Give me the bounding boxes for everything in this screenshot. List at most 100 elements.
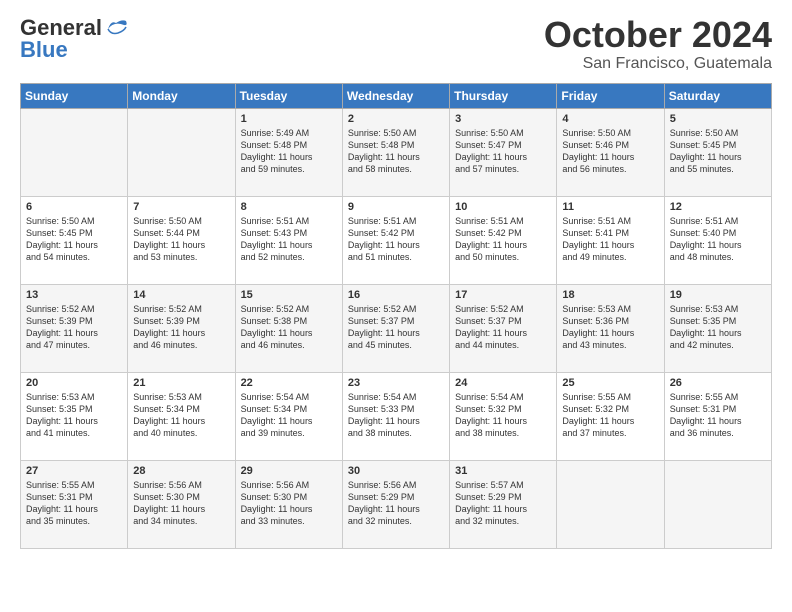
cell-3-2: 14Sunrise: 5:52 AMSunset: 5:39 PMDayligh…: [128, 284, 235, 372]
day-number: 25: [562, 377, 658, 389]
week-row-1: 1 Sunrise: 5:49 AMSunset: 5:48 PMDaylight…: [21, 108, 772, 196]
day-number: 21: [133, 377, 229, 389]
day-number: 31: [455, 465, 551, 477]
cell-content: Sunrise: 5:53 AMSunset: 5:35 PMDaylight:…: [26, 391, 122, 440]
cell-5-5: 31Sunrise: 5:57 AMSunset: 5:29 PMDayligh…: [450, 460, 557, 548]
day-number: 18: [562, 289, 658, 301]
cell-content: Sunrise: 5:50 AMSunset: 5:46 PMDaylight:…: [562, 127, 658, 176]
day-number: 13: [26, 289, 122, 301]
day-number: 8: [241, 201, 337, 213]
cell-content: Sunrise: 5:56 AMSunset: 5:30 PMDaylight:…: [241, 479, 337, 528]
day-number: 10: [455, 201, 551, 213]
cell-3-4: 16 Sunrise: 5:52 AMSunset: 5:37 PMDayligh…: [342, 284, 449, 372]
cell-2-4: 9Sunrise: 5:51 AMSunset: 5:42 PMDaylight…: [342, 196, 449, 284]
day-number: 19: [670, 289, 766, 301]
week-row-2: 6 Sunrise: 5:50 AMSunset: 5:45 PMDaylight…: [21, 196, 772, 284]
day-number: 5: [670, 113, 766, 125]
cell-content: Sunrise: 5:50 AMSunset: 5:44 PMDaylight:…: [133, 215, 229, 264]
day-number: 1: [241, 113, 337, 125]
cell-2-5: 10 Sunrise: 5:51 AMSunset: 5:42 PMDayligh…: [450, 196, 557, 284]
week-row-3: 13 Sunrise: 5:52 AMSunset: 5:39 PMDayligh…: [21, 284, 772, 372]
cell-2-3: 8 Sunrise: 5:51 AMSunset: 5:43 PMDaylight…: [235, 196, 342, 284]
cell-content: Sunrise: 5:55 AMSunset: 5:31 PMDaylight:…: [670, 391, 766, 440]
day-number: 27: [26, 465, 122, 477]
cell-content: Sunrise: 5:52 AMSunset: 5:38 PMDaylight:…: [241, 303, 337, 352]
page: General Blue October 2024 San Francisco,…: [0, 0, 792, 612]
cell-2-7: 12 Sunrise: 5:51 AMSunset: 5:40 PMDayligh…: [664, 196, 771, 284]
cell-3-3: 15 Sunrise: 5:52 AMSunset: 5:38 PMDayligh…: [235, 284, 342, 372]
header-row: Sunday Monday Tuesday Wednesday Thursday…: [21, 83, 772, 108]
col-monday: Monday: [128, 83, 235, 108]
cell-content: Sunrise: 5:53 AMSunset: 5:34 PMDaylight:…: [133, 391, 229, 440]
cell-5-2: 28 Sunrise: 5:56 AMSunset: 5:30 PMDayligh…: [128, 460, 235, 548]
col-wednesday: Wednesday: [342, 83, 449, 108]
week-row-4: 20 Sunrise: 5:53 AMSunset: 5:35 PMDayligh…: [21, 372, 772, 460]
day-number: 7: [133, 201, 229, 213]
cell-2-2: 7 Sunrise: 5:50 AMSunset: 5:44 PMDaylight…: [128, 196, 235, 284]
cell-1-6: 4 Sunrise: 5:50 AMSunset: 5:46 PMDaylight…: [557, 108, 664, 196]
day-number: 24: [455, 377, 551, 389]
cell-content: Sunrise: 5:54 AMSunset: 5:33 PMDaylight:…: [348, 391, 444, 440]
month-title: October 2024: [544, 15, 772, 55]
day-number: 20: [26, 377, 122, 389]
title-block: October 2024 San Francisco, Guatemala: [544, 15, 772, 73]
cell-5-1: 27 Sunrise: 5:55 AMSunset: 5:31 PMDayligh…: [21, 460, 128, 548]
cell-content: Sunrise: 5:50 AMSunset: 5:48 PMDaylight:…: [348, 127, 444, 176]
day-number: 14: [133, 289, 229, 301]
week-row-5: 27 Sunrise: 5:55 AMSunset: 5:31 PMDayligh…: [21, 460, 772, 548]
col-friday: Friday: [557, 83, 664, 108]
cell-content: Sunrise: 5:51 AMSunset: 5:43 PMDaylight:…: [241, 215, 337, 264]
day-number: 11: [562, 201, 658, 213]
cell-3-1: 13 Sunrise: 5:52 AMSunset: 5:39 PMDayligh…: [21, 284, 128, 372]
cell-1-2: [128, 108, 235, 196]
cell-4-3: 22Sunrise: 5:54 AMSunset: 5:34 PMDayligh…: [235, 372, 342, 460]
cell-5-3: 29 Sunrise: 5:56 AMSunset: 5:30 PMDayligh…: [235, 460, 342, 548]
cell-content: Sunrise: 5:56 AMSunset: 5:29 PMDaylight:…: [348, 479, 444, 528]
cell-1-7: 5 Sunrise: 5:50 AMSunset: 5:45 PMDaylight…: [664, 108, 771, 196]
day-number: 16: [348, 289, 444, 301]
cell-content: Sunrise: 5:54 AMSunset: 5:34 PMDaylight:…: [241, 391, 337, 440]
cell-content: Sunrise: 5:53 AMSunset: 5:35 PMDaylight:…: [670, 303, 766, 352]
day-number: 15: [241, 289, 337, 301]
cell-content: Sunrise: 5:51 AMSunset: 5:42 PMDaylight:…: [455, 215, 551, 264]
cell-4-2: 21 Sunrise: 5:53 AMSunset: 5:34 PMDayligh…: [128, 372, 235, 460]
cell-4-5: 24Sunrise: 5:54 AMSunset: 5:32 PMDayligh…: [450, 372, 557, 460]
cell-content: Sunrise: 5:50 AMSunset: 5:45 PMDaylight:…: [26, 215, 122, 264]
day-number: 9: [348, 201, 444, 213]
col-tuesday: Tuesday: [235, 83, 342, 108]
day-number: 2: [348, 113, 444, 125]
cell-content: Sunrise: 5:53 AMSunset: 5:36 PMDaylight:…: [562, 303, 658, 352]
cell-content: Sunrise: 5:50 AMSunset: 5:47 PMDaylight:…: [455, 127, 551, 176]
location: San Francisco, Guatemala: [544, 55, 772, 73]
day-number: 4: [562, 113, 658, 125]
day-number: 28: [133, 465, 229, 477]
logo-blue-text: Blue: [20, 37, 68, 63]
day-number: 29: [241, 465, 337, 477]
day-number: 6: [26, 201, 122, 213]
cell-4-1: 20 Sunrise: 5:53 AMSunset: 5:35 PMDayligh…: [21, 372, 128, 460]
cell-content: Sunrise: 5:55 AMSunset: 5:31 PMDaylight:…: [26, 479, 122, 528]
cell-content: Sunrise: 5:49 AMSunset: 5:48 PMDaylight:…: [241, 127, 337, 176]
cell-content: Sunrise: 5:52 AMSunset: 5:39 PMDaylight:…: [26, 303, 122, 352]
day-number: 26: [670, 377, 766, 389]
cell-content: Sunrise: 5:56 AMSunset: 5:30 PMDaylight:…: [133, 479, 229, 528]
day-number: 3: [455, 113, 551, 125]
cell-content: Sunrise: 5:51 AMSunset: 5:40 PMDaylight:…: [670, 215, 766, 264]
cell-content: Sunrise: 5:51 AMSunset: 5:41 PMDaylight:…: [562, 215, 658, 264]
logo-bird-icon: [106, 19, 128, 37]
cell-3-5: 17 Sunrise: 5:52 AMSunset: 5:37 PMDayligh…: [450, 284, 557, 372]
cell-content: Sunrise: 5:52 AMSunset: 5:37 PMDaylight:…: [455, 303, 551, 352]
day-number: 12: [670, 201, 766, 213]
col-sunday: Sunday: [21, 83, 128, 108]
cell-1-4: 2 Sunrise: 5:50 AMSunset: 5:48 PMDaylight…: [342, 108, 449, 196]
day-number: 17: [455, 289, 551, 301]
calendar-table: Sunday Monday Tuesday Wednesday Thursday…: [20, 83, 772, 549]
cell-content: Sunrise: 5:55 AMSunset: 5:32 PMDaylight:…: [562, 391, 658, 440]
cell-content: Sunrise: 5:52 AMSunset: 5:37 PMDaylight:…: [348, 303, 444, 352]
header: General Blue October 2024 San Francisco,…: [20, 15, 772, 73]
cell-4-4: 23 Sunrise: 5:54 AMSunset: 5:33 PMDayligh…: [342, 372, 449, 460]
cell-3-7: 19 Sunrise: 5:53 AMSunset: 5:35 PMDayligh…: [664, 284, 771, 372]
cell-content: Sunrise: 5:50 AMSunset: 5:45 PMDaylight:…: [670, 127, 766, 176]
day-number: 23: [348, 377, 444, 389]
cell-1-1: [21, 108, 128, 196]
